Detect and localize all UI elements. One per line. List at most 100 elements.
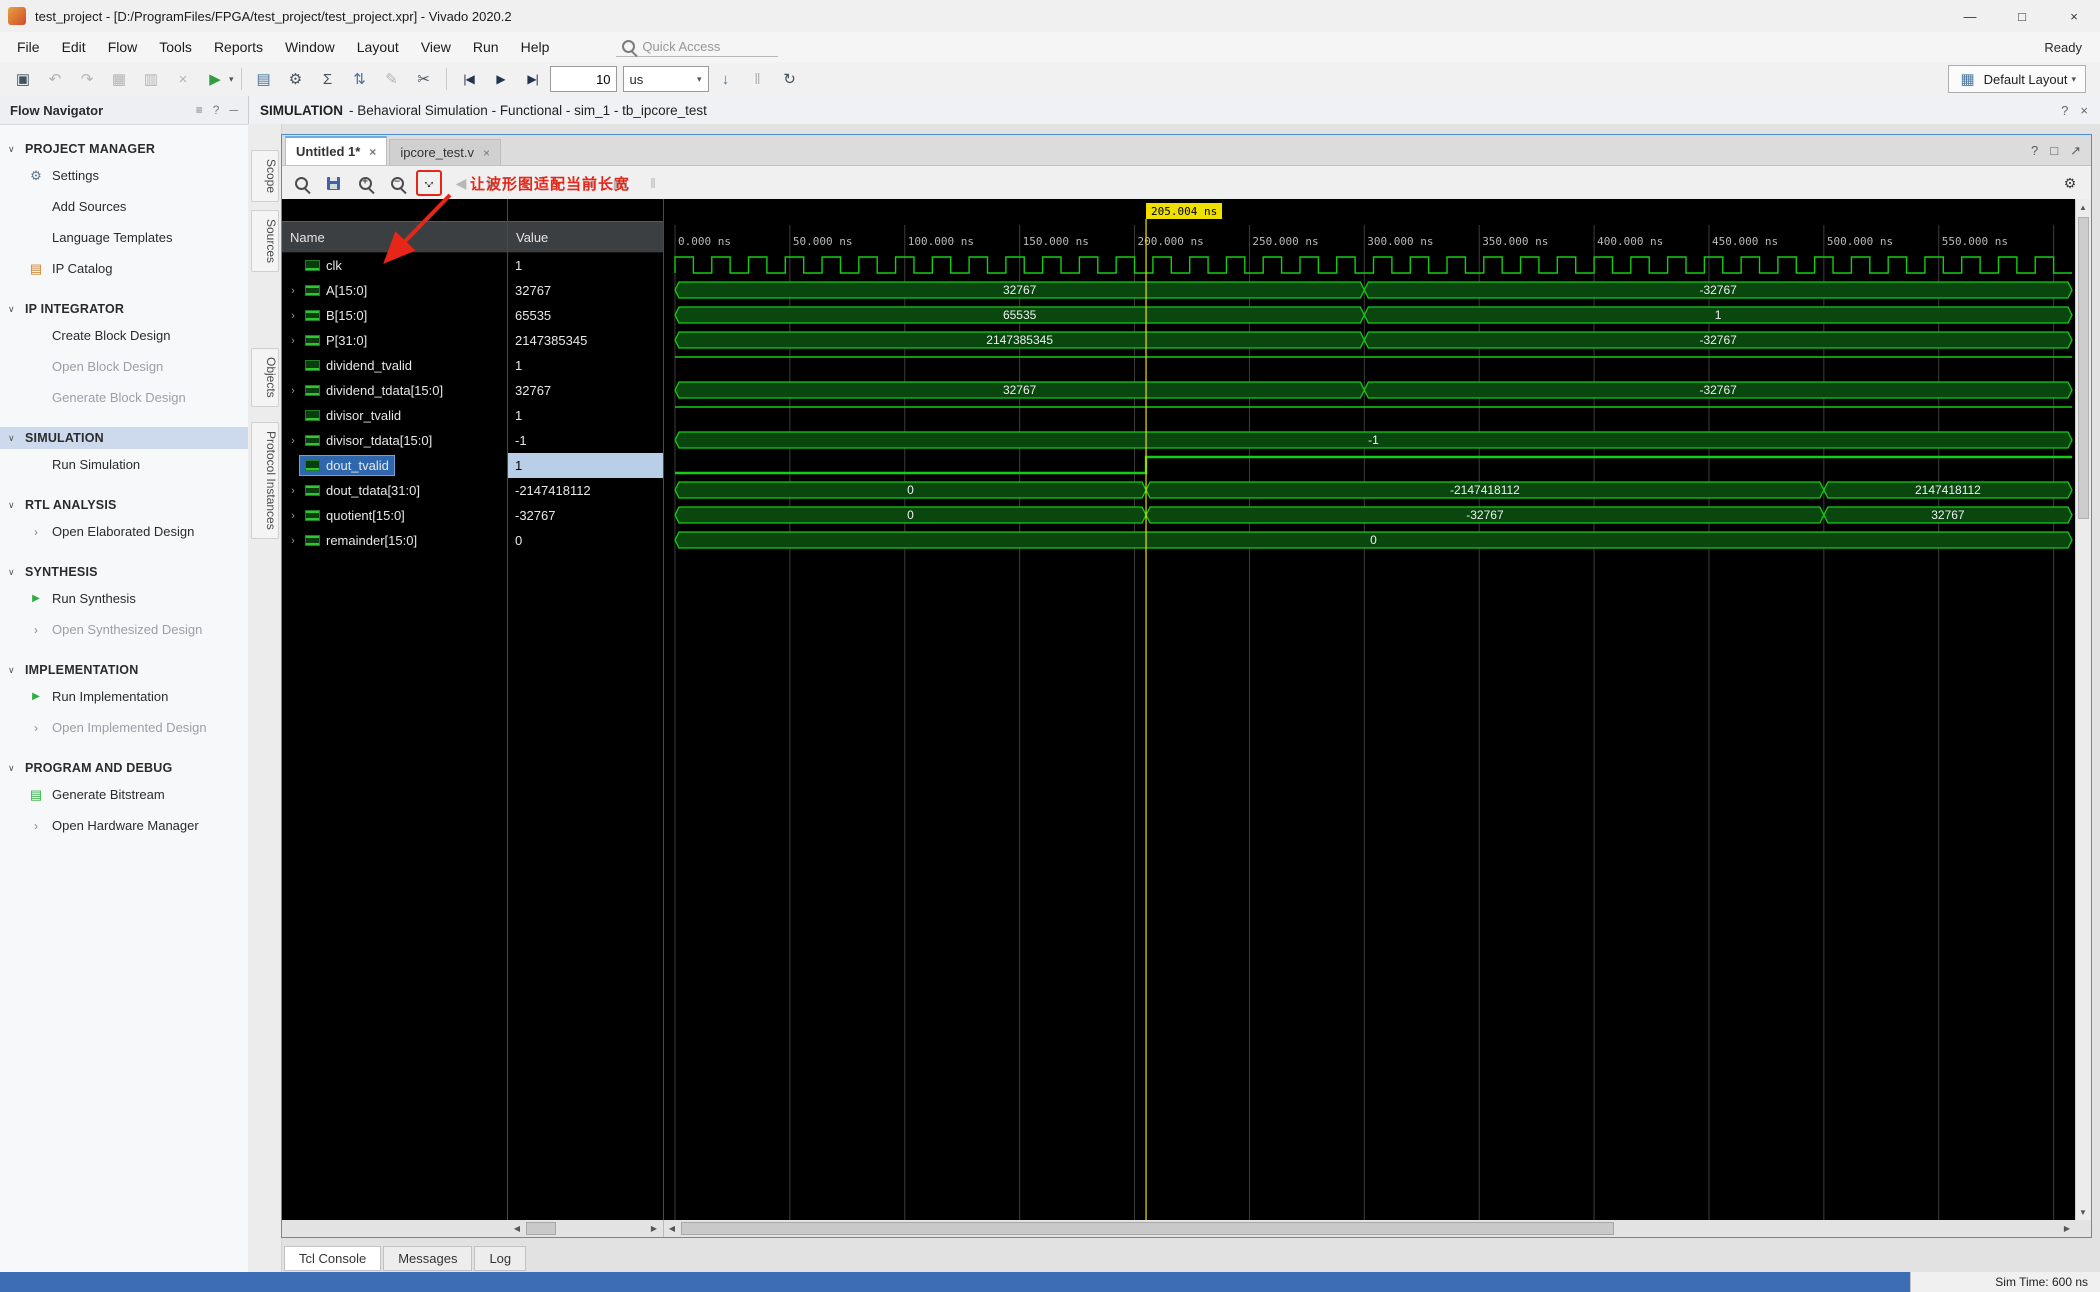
minimize-button[interactable]: — bbox=[1944, 0, 1996, 32]
open-project-icon[interactable]: ▣ bbox=[8, 66, 38, 92]
wave-signal-value[interactable]: 1 bbox=[508, 403, 663, 428]
run-for-time-button[interactable]: ▶| bbox=[518, 66, 548, 92]
wave-signal-row[interactable]: › dout_tdata[31:0] bbox=[282, 478, 507, 503]
scroll-right-icon[interactable]: ▶ bbox=[647, 1221, 661, 1235]
wave-signal-value[interactable]: 65535 bbox=[508, 303, 663, 328]
expand-icon[interactable]: › bbox=[286, 310, 300, 322]
horizontal-scrollbar[interactable]: ◀ ▶ bbox=[664, 1220, 2075, 1237]
wave-signal-row[interactable]: › B[15:0] bbox=[282, 303, 507, 328]
run-dropdown-icon[interactable]: ▾ bbox=[229, 74, 234, 85]
paste-icon[interactable]: ▥ bbox=[136, 66, 166, 92]
expand-icon[interactable]: › bbox=[286, 535, 300, 547]
simulation-time-input[interactable] bbox=[549, 66, 617, 92]
expand-icon[interactable]: › bbox=[286, 510, 300, 522]
minimize-panel-icon[interactable]: ─ bbox=[229, 103, 238, 117]
flow-item-open-implemented-design[interactable]: › Open Implemented Design bbox=[0, 712, 248, 743]
flow-item-run-implementation[interactable]: ▶ Run Implementation bbox=[0, 681, 248, 712]
relaunch-simulation-button[interactable]: ↻ bbox=[775, 66, 805, 92]
flow-item-generate-bitstream[interactable]: ▤ Generate Bitstream bbox=[0, 779, 248, 810]
horizontal-scrollbar-thumb[interactable] bbox=[681, 1222, 1615, 1235]
menu-flow[interactable]: Flow bbox=[97, 34, 149, 60]
flow-item-run-simulation[interactable]: Run Simulation bbox=[0, 449, 248, 480]
flow-item-language-templates[interactable]: Language Templates bbox=[0, 222, 248, 253]
side-tab-objects[interactable]: Objects bbox=[251, 348, 279, 407]
scroll-left-icon[interactable]: ◀ bbox=[510, 1221, 524, 1235]
sigma-icon[interactable]: Σ bbox=[313, 66, 343, 92]
menu-file[interactable]: File bbox=[6, 34, 51, 60]
name-scrollbar-thumb[interactable] bbox=[526, 1222, 556, 1235]
menu-run[interactable]: Run bbox=[462, 34, 510, 60]
wave-signal-row[interactable]: divisor_tvalid bbox=[282, 403, 507, 428]
flow-item-add-sources[interactable]: Add Sources bbox=[0, 191, 248, 222]
vertical-scrollbar[interactable]: ▲ ▼ bbox=[2075, 199, 2091, 1220]
flow-section-program-and-debug[interactable]: ∨ PROGRAM AND DEBUG bbox=[0, 757, 248, 779]
step-button[interactable]: ↓ bbox=[711, 66, 741, 92]
menu-layout[interactable]: Layout bbox=[346, 34, 410, 60]
next-transition-icon[interactable]: ▶ bbox=[480, 170, 506, 196]
wave-signal-value[interactable]: 1 bbox=[508, 453, 663, 478]
wave-plot-area[interactable]: 0.000 ns 50.000 ns 100.000 ns 150.000 ns 200… bbox=[664, 199, 2075, 1220]
zoom-fit-icon[interactable] bbox=[416, 170, 442, 196]
close-icon[interactable]: × bbox=[483, 146, 490, 160]
help-icon[interactable]: ? bbox=[2031, 143, 2038, 159]
flow-item-open-synthesized-design[interactable]: › Open Synthesized Design bbox=[0, 614, 248, 645]
run-button[interactable]: ▶ bbox=[200, 66, 230, 92]
bottom-tab-log[interactable]: Log bbox=[474, 1246, 527, 1271]
flow-item-create-block-design[interactable]: Create Block Design bbox=[0, 320, 248, 351]
flow-item-run-synthesis[interactable]: ▶ Run Synthesis bbox=[0, 583, 248, 614]
maximize-button[interactable]: □ bbox=[1996, 0, 2048, 32]
flow-item-open-elaborated-design[interactable]: › Open Elaborated Design bbox=[0, 516, 248, 547]
scroll-up-icon[interactable]: ▲ bbox=[2076, 200, 2090, 214]
undo-icon[interactable]: ↶ bbox=[40, 66, 70, 92]
editor-tab-untitled-1[interactable]: Untitled 1* × bbox=[285, 136, 388, 165]
editor-tab-ipcore-test-v[interactable]: ipcore_test.v × bbox=[389, 139, 502, 165]
name-column-scrollbar[interactable]: ◀ ▶ bbox=[282, 1220, 664, 1237]
find-icon[interactable] bbox=[288, 170, 314, 196]
expand-icon[interactable]: › bbox=[286, 385, 300, 397]
wave-signal-value[interactable]: 2147385345 bbox=[508, 328, 663, 353]
pause-button[interactable]: ‖ bbox=[743, 66, 773, 92]
expand-icon[interactable]: › bbox=[286, 485, 300, 497]
menu-tools[interactable]: Tools bbox=[148, 34, 203, 60]
wave-signal-row[interactable]: › remainder[15:0] bbox=[282, 528, 507, 553]
wave-signal-row[interactable]: › divisor_tdata[15:0] bbox=[282, 428, 507, 453]
wave-signal-value[interactable]: -1 bbox=[508, 428, 663, 453]
flow-section-rtl-analysis[interactable]: ∨ RTL ANALYSIS bbox=[0, 494, 248, 516]
flow-item-ip-catalog[interactable]: ▤ IP Catalog bbox=[0, 253, 248, 284]
redo-icon[interactable]: ↷ bbox=[72, 66, 102, 92]
wave-signal-row[interactable]: › A[15:0] bbox=[282, 278, 507, 303]
previous-transition-icon[interactable]: ◀ bbox=[448, 170, 474, 196]
maximize-panel-icon[interactable]: □ bbox=[2050, 143, 2058, 159]
menu-reports[interactable]: Reports bbox=[203, 34, 274, 60]
help-icon[interactable]: ? bbox=[213, 103, 220, 117]
run-all-button[interactable]: ▶ bbox=[486, 66, 516, 92]
copy-icon[interactable]: ▦ bbox=[104, 66, 134, 92]
wave-signal-value[interactable]: 1 bbox=[508, 353, 663, 378]
waveform-canvas[interactable]: 0.000 ns 50.000 ns 100.000 ns 150.000 ns 200… bbox=[664, 199, 2075, 1220]
flow-section-simulation[interactable]: ∨ SIMULATION bbox=[0, 427, 248, 449]
wave-signal-row[interactable]: › quotient[15:0] bbox=[282, 503, 507, 528]
reports-icon[interactable]: ▤ bbox=[249, 66, 279, 92]
menu-edit[interactable]: Edit bbox=[51, 34, 97, 60]
swap-icon[interactable]: ⇅ bbox=[345, 66, 375, 92]
wave-signal-row[interactable]: dividend_tvalid bbox=[282, 353, 507, 378]
wave-signal-value[interactable]: 32767 bbox=[508, 278, 663, 303]
flow-item-open-block-design[interactable]: Open Block Design bbox=[0, 351, 248, 382]
expand-icon[interactable]: › bbox=[286, 435, 300, 447]
save-waveform-icon[interactable] bbox=[320, 170, 346, 196]
float-panel-icon[interactable]: ↗ bbox=[2070, 143, 2081, 159]
menu-icon[interactable]: ≡ bbox=[196, 103, 203, 117]
go-to-time-end-icon[interactable]: ▶| bbox=[608, 170, 634, 196]
side-tab-scope[interactable]: Scope bbox=[251, 150, 279, 203]
wave-signal-row[interactable]: › dividend_tdata[15:0] bbox=[282, 378, 507, 403]
wave-signal-value[interactable]: 32767 bbox=[508, 378, 663, 403]
wave-signal-value[interactable]: -32767 bbox=[508, 503, 663, 528]
expand-icon[interactable]: › bbox=[286, 335, 300, 347]
flow-item-open-hardware-manager[interactable]: › Open Hardware Manager bbox=[0, 810, 248, 841]
wave-settings-gear-icon[interactable]: ⚙ bbox=[2057, 170, 2083, 196]
probe-icon[interactable]: ✂ bbox=[409, 66, 439, 92]
flow-section-implementation[interactable]: ∨ IMPLEMENTATION bbox=[0, 659, 248, 681]
restart-simulation-button[interactable]: |◀ bbox=[454, 66, 484, 92]
wave-signal-row[interactable]: › P[31:0] bbox=[282, 328, 507, 353]
wave-signal-value[interactable]: -2147418112 bbox=[508, 478, 663, 503]
